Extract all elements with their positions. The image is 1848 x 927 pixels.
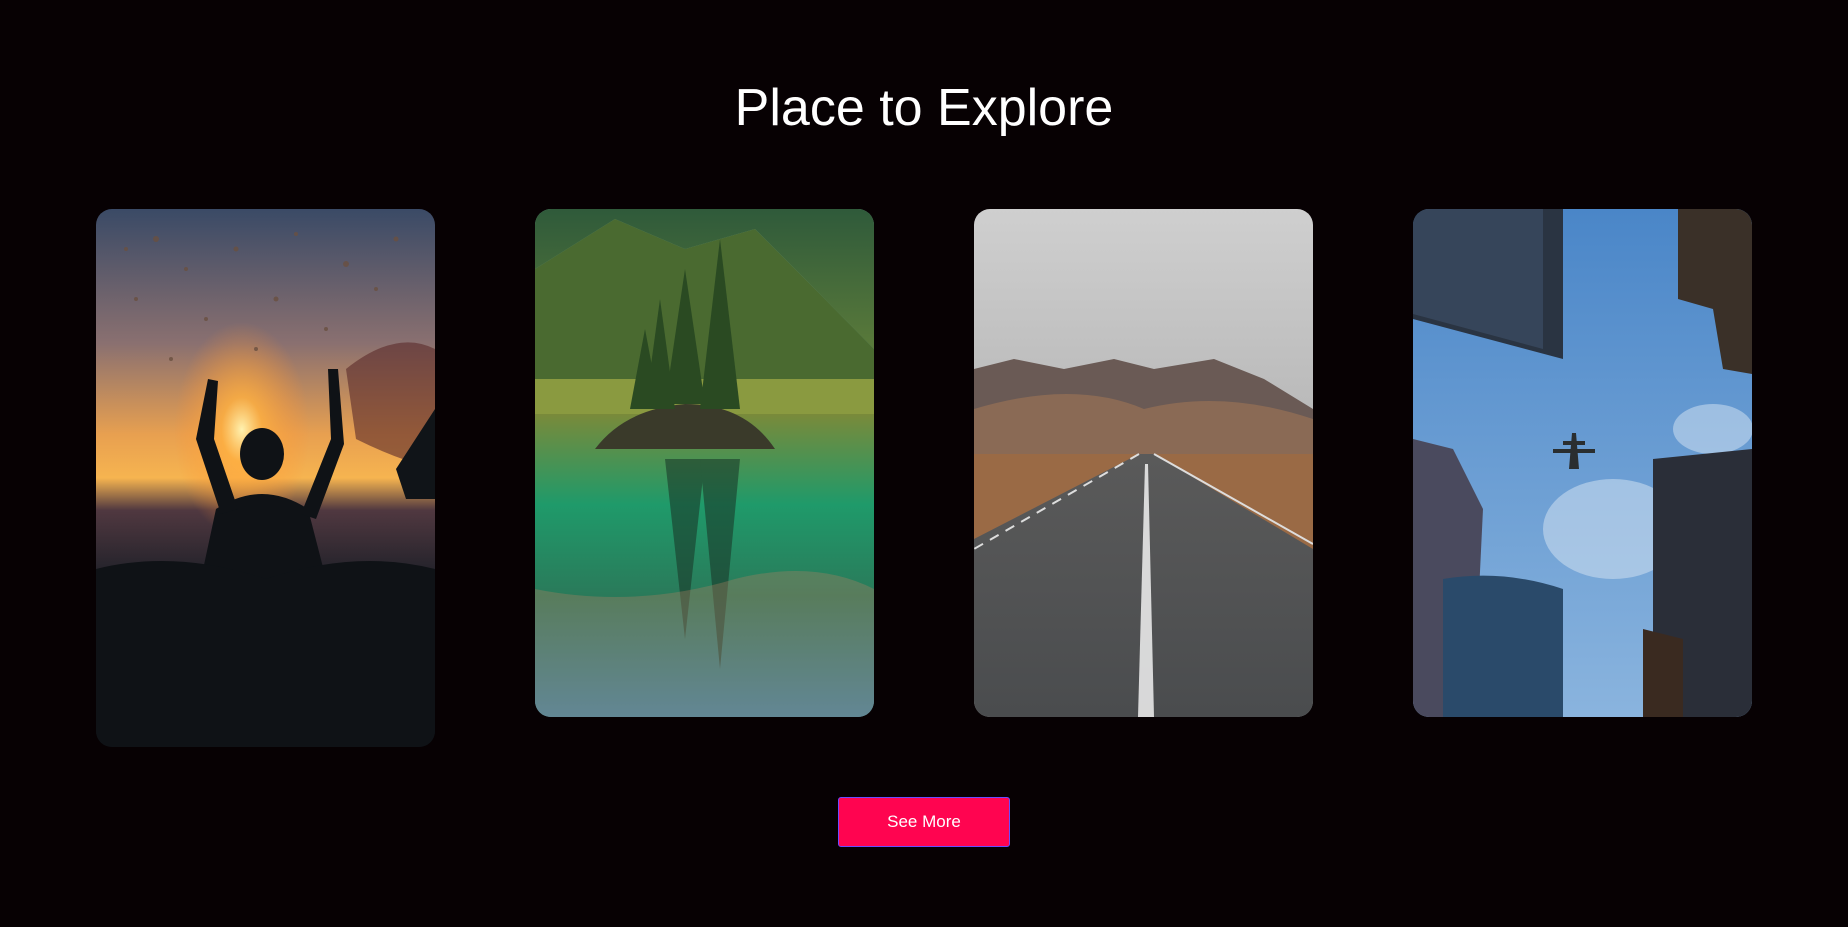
- explore-card-city[interactable]: [1413, 209, 1752, 717]
- explore-section: Place to Explore See More: [0, 0, 1848, 927]
- page-title: Place to Explore: [734, 79, 1114, 137]
- mountain-road-image: [974, 209, 1313, 717]
- see-more-button[interactable]: See More: [838, 797, 1010, 847]
- explore-card-lake[interactable]: [535, 209, 874, 717]
- mountain-lake-image: [535, 209, 874, 717]
- explore-card-road[interactable]: [974, 209, 1313, 717]
- swimmer-sunset-image: [96, 209, 435, 747]
- skyscrapers-image: [1413, 209, 1752, 717]
- explore-card-swimmer[interactable]: [96, 209, 435, 747]
